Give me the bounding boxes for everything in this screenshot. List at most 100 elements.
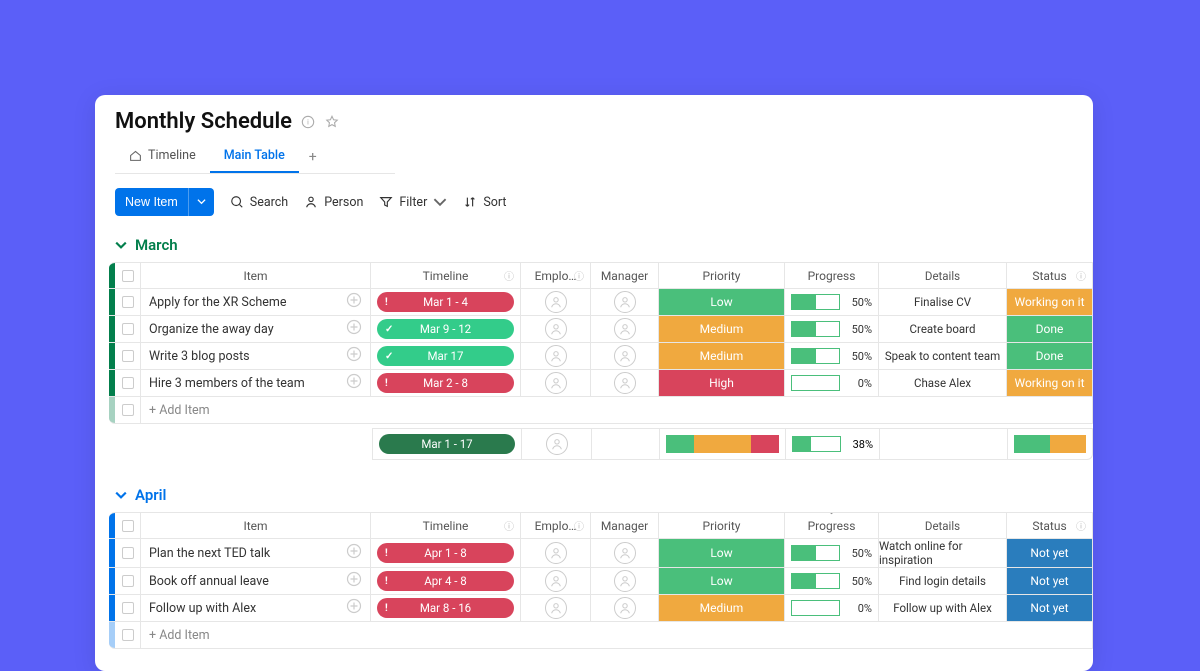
item-cell[interactable]: Organize the away day [141, 316, 371, 342]
filter-button[interactable]: Filter [379, 195, 447, 210]
info-icon[interactable]: i [300, 114, 316, 130]
manager-cell[interactable] [591, 539, 659, 567]
progress-cell[interactable]: 50% [785, 539, 879, 567]
row-checkbox[interactable] [115, 622, 141, 648]
info-icon[interactable]: ⓘ [574, 518, 584, 533]
details-cell[interactable]: Watch online for inspiration [879, 539, 1007, 567]
column-progress[interactable]: ⇕Progress [785, 513, 879, 538]
avatar-placeholder[interactable] [545, 291, 567, 313]
employee-cell[interactable] [521, 289, 591, 315]
add-subitem-icon[interactable] [346, 346, 362, 366]
info-icon[interactable]: ⓘ [504, 268, 514, 283]
timeline-cell[interactable]: !Apr 1 - 8 [371, 539, 521, 567]
sort-button[interactable]: Sort [463, 195, 506, 210]
column-details[interactable]: Details [879, 513, 1007, 538]
avatar-placeholder[interactable] [545, 570, 567, 592]
manager-cell[interactable] [591, 316, 659, 342]
timeline-cell[interactable]: !Mar 8 - 16 [371, 595, 521, 621]
details-cell[interactable]: Create board [879, 316, 1007, 342]
status-cell[interactable]: Not yet [1007, 539, 1092, 567]
column-status[interactable]: Statusⓘ [1007, 513, 1092, 538]
row-checkbox[interactable] [115, 343, 141, 369]
progress-cell[interactable]: 0% [785, 370, 879, 396]
item-cell[interactable]: Plan the next TED talk [141, 539, 371, 567]
row-checkbox[interactable] [115, 539, 141, 567]
chevron-down-icon[interactable] [115, 239, 127, 251]
resize-handle-icon[interactable]: ⇕ [828, 512, 836, 517]
select-all-checkbox[interactable] [115, 263, 141, 288]
manager-cell[interactable] [591, 568, 659, 594]
priority-cell[interactable]: Medium [659, 316, 785, 342]
avatar-placeholder[interactable] [545, 318, 567, 340]
manager-cell[interactable] [591, 343, 659, 369]
timeline-cell[interactable]: ✓Mar 9 - 12 [371, 316, 521, 342]
progress-cell[interactable]: 0% [785, 595, 879, 621]
add-item-row[interactable]: + Add Item [109, 397, 1092, 423]
avatar-placeholder[interactable] [614, 542, 636, 564]
new-item-button[interactable]: New Item [115, 188, 214, 216]
priority-cell[interactable]: Low [659, 539, 785, 567]
table-row[interactable]: Follow up with Alex !Mar 8 - 16 Medium 0… [109, 595, 1092, 622]
employee-cell[interactable] [521, 539, 591, 567]
progress-cell[interactable]: 50% [785, 568, 879, 594]
details-cell[interactable]: Speak to content team [879, 343, 1007, 369]
priority-cell[interactable]: Low [659, 289, 785, 315]
info-icon[interactable]: ⓘ [1076, 518, 1086, 533]
timeline-cell[interactable]: !Mar 2 - 8 [371, 370, 521, 396]
item-cell[interactable]: Book off annual leave [141, 568, 371, 594]
item-cell[interactable]: Apply for the XR Scheme [141, 289, 371, 315]
item-cell[interactable]: Follow up with Alex [141, 595, 371, 621]
column-priority[interactable]: Priority [659, 513, 785, 538]
avatar-placeholder[interactable] [614, 597, 636, 619]
add-subitem-icon[interactable] [346, 598, 362, 618]
chevron-down-icon[interactable] [188, 188, 214, 216]
status-cell[interactable]: Working on it [1007, 370, 1092, 396]
details-cell[interactable]: Find login details [879, 568, 1007, 594]
avatar-placeholder[interactable] [545, 372, 567, 394]
manager-cell[interactable] [591, 289, 659, 315]
star-icon[interactable] [324, 114, 340, 130]
group-header[interactable]: April [109, 482, 1093, 512]
row-checkbox[interactable] [115, 316, 141, 342]
column-progress[interactable]: Progress [785, 263, 879, 288]
timeline-cell[interactable]: !Mar 1 - 4 [371, 289, 521, 315]
status-cell[interactable]: Not yet [1007, 568, 1092, 594]
priority-cell[interactable]: High [659, 370, 785, 396]
table-row[interactable]: Organize the away day ✓Mar 9 - 12 Medium… [109, 316, 1092, 343]
tab-main-table[interactable]: Main Table [210, 140, 299, 173]
column-employee[interactable]: Emplo…ⓘ [521, 513, 591, 538]
employee-cell[interactable] [521, 343, 591, 369]
table-row[interactable]: Hire 3 members of the team !Mar 2 - 8 Hi… [109, 370, 1092, 397]
status-cell[interactable]: Done [1007, 316, 1092, 342]
column-manager[interactable]: Manager [591, 513, 659, 538]
avatar-placeholder[interactable] [614, 372, 636, 394]
info-icon[interactable]: ⓘ [1076, 268, 1086, 283]
column-status[interactable]: Statusⓘ [1007, 263, 1092, 288]
add-view-button[interactable]: + [299, 141, 327, 173]
add-subitem-icon[interactable] [346, 373, 362, 393]
avatar-placeholder[interactable] [614, 291, 636, 313]
table-row[interactable]: Book off annual leave !Apr 4 - 8 Low 50%… [109, 568, 1092, 595]
select-all-checkbox[interactable] [115, 513, 141, 538]
column-timeline[interactable]: Timelineⓘ [371, 513, 521, 538]
add-item-label[interactable]: + Add Item [141, 397, 371, 423]
avatar-placeholder[interactable] [545, 597, 567, 619]
details-cell[interactable]: Chase Alex [879, 370, 1007, 396]
add-item-label[interactable]: + Add Item [141, 622, 371, 648]
info-icon[interactable]: ⓘ [574, 268, 584, 283]
avatar-placeholder[interactable] [614, 570, 636, 592]
avatar-placeholder[interactable] [545, 542, 567, 564]
column-priority[interactable]: Priority [659, 263, 785, 288]
timeline-cell[interactable]: ✓Mar 17 [371, 343, 521, 369]
employee-cell[interactable] [521, 568, 591, 594]
add-item-row[interactable]: + Add Item [109, 622, 1092, 648]
add-subitem-icon[interactable] [346, 571, 362, 591]
column-timeline[interactable]: Timelineⓘ [371, 263, 521, 288]
row-checkbox[interactable] [115, 289, 141, 315]
table-row[interactable]: Plan the next TED talk !Apr 1 - 8 Low 50… [109, 539, 1092, 568]
employee-cell[interactable] [521, 316, 591, 342]
table-row[interactable]: Apply for the XR Scheme !Mar 1 - 4 Low 5… [109, 289, 1092, 316]
status-cell[interactable]: Not yet [1007, 595, 1092, 621]
person-button[interactable]: Person [304, 195, 363, 210]
status-cell[interactable]: Working on it [1007, 289, 1092, 315]
